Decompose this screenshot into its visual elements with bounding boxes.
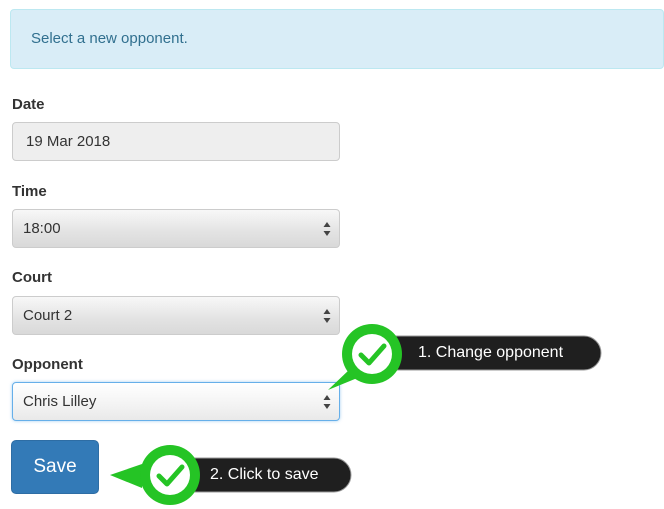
callout-click-to-save: 2. Click to save [108,440,358,509]
date-label: Date [12,96,45,113]
opponent-select[interactable]: Chris Lilley [12,382,340,421]
save-button[interactable]: Save [11,440,99,494]
up-down-caret-icon [323,222,331,236]
callout-1-text: 1. Change opponent [418,344,564,361]
opponent-label: Opponent [12,356,83,373]
court-select[interactable]: Court 2 [12,296,340,335]
info-alert: Select a new opponent. [10,9,664,69]
time-value: 18:00 [23,220,61,237]
time-select[interactable]: 18:00 [12,209,340,248]
date-field[interactable]: 19 Mar 2018 [12,122,340,161]
callout-change-opponent: 1. Change opponent [322,318,602,398]
alert-message: Select a new opponent. [31,30,188,47]
court-value: Court 2 [23,307,73,324]
time-label: Time [12,183,47,200]
court-label: Court [12,269,52,286]
callout-2-text: 2. Click to save [210,466,319,483]
date-value: 19 Mar 2018 [26,133,111,150]
opponent-value: Chris Lilley [23,393,97,410]
